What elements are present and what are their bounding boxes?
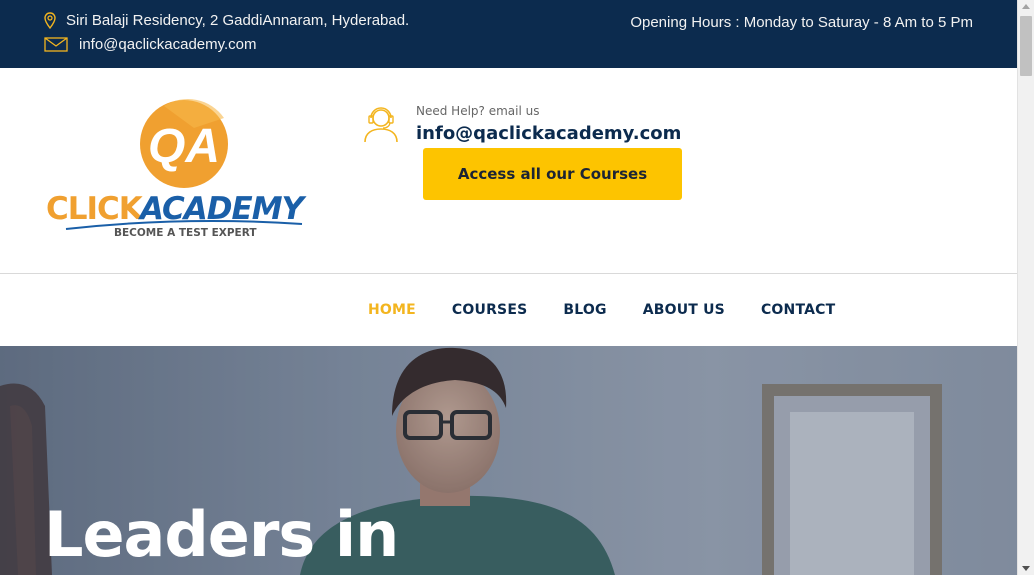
help-caption: Need Help? email us [416,104,540,118]
logo[interactable]: QA CLICK ACADEMY BECOME A TEST EXPERT [44,98,324,240]
nav-item-courses[interactable]: COURSES [452,302,527,318]
logo-graphic: QA CLICK ACADEMY BECOME A TEST EXPERT [46,99,309,239]
page: Siri Balaji Residency, 2 GaddiAnnaram, H… [0,0,1034,575]
logo-monogram: QA [148,120,220,173]
envelope-icon [44,37,68,52]
support-agent-icon [364,107,398,143]
main-nav: HOME COURSES BLOG ABOUT US CONTACT [0,275,1017,346]
hero-banner: Leaders in [0,346,1017,575]
help-email-link[interactable]: info@qaclickacademy.com [416,123,681,144]
nav-item-blog[interactable]: BLOG [563,302,606,318]
scroll-up-arrow-icon[interactable] [1022,4,1030,9]
hero-title: Leaders in [44,498,399,571]
nav-item-contact[interactable]: CONTACT [761,302,835,318]
nav-menu: HOME COURSES BLOG ABOUT US CONTACT [368,302,871,318]
location-pin-icon [44,12,56,29]
opening-hours: Opening Hours : Monday to Saturay - 8 Am… [630,14,973,31]
address-row: Siri Balaji Residency, 2 GaddiAnnaram, H… [44,12,409,29]
address-text: Siri Balaji Residency, 2 GaddiAnnaram, H… [66,12,410,29]
access-courses-button[interactable]: Access all our Courses [423,148,682,200]
logo-brand-click: CLICK [46,191,144,227]
nav-item-about-us[interactable]: ABOUT US [643,302,725,318]
nav-item-home[interactable]: HOME [368,302,416,318]
scroll-thumb[interactable] [1020,16,1032,76]
topbar-email-link[interactable]: info@qaclickacademy.com [79,36,257,53]
scroll-down-arrow-icon[interactable] [1022,566,1030,571]
top-info-bar: Siri Balaji Residency, 2 GaddiAnnaram, H… [0,0,1017,68]
vertical-scrollbar[interactable] [1017,0,1034,575]
logo-tagline: BECOME A TEST EXPERT [114,227,257,239]
email-row[interactable]: info@qaclickacademy.com [44,36,257,53]
site-header: QA CLICK ACADEMY BECOME A TEST EXPERT Ne… [0,68,1017,274]
